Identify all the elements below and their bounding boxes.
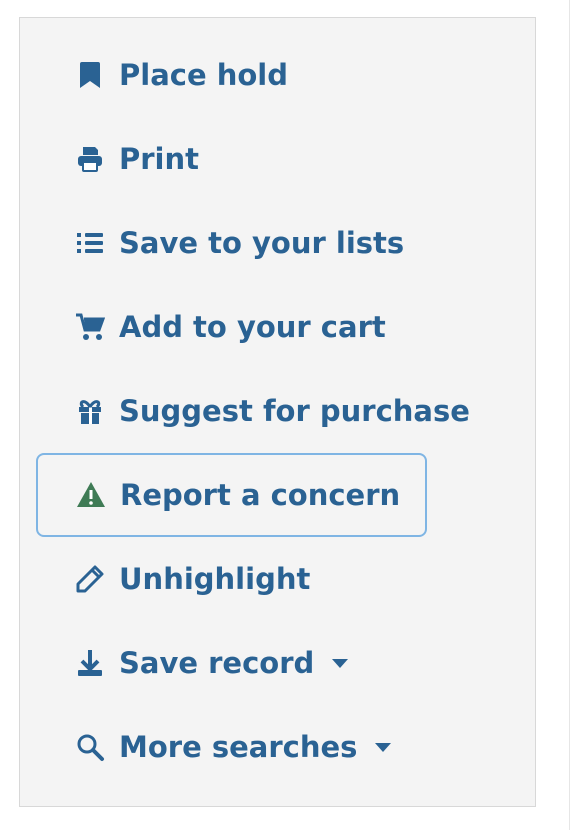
suggest-purchase-link[interactable]: Suggest for purchase <box>75 381 470 441</box>
print-icon <box>75 144 105 174</box>
more-searches-label: More searches <box>119 729 358 764</box>
print-label: Print <box>119 141 200 176</box>
save-to-lists-link[interactable]: Save to your lists <box>75 213 404 273</box>
add-to-cart-link[interactable]: Add to your cart <box>75 297 386 357</box>
record-actions-panel: Place hold Print Save to your lists Add … <box>19 17 536 807</box>
place-hold-label: Place hold <box>119 57 288 92</box>
report-concern-label: Report a concern <box>120 477 401 512</box>
add-to-cart-label: Add to your cart <box>119 309 386 344</box>
search-icon <box>75 732 105 762</box>
save-to-lists-label: Save to your lists <box>119 225 405 260</box>
save-record-dropdown[interactable]: Save record <box>75 633 349 693</box>
page-edge-rule <box>569 0 570 830</box>
save-record-label: Save record <box>119 645 315 680</box>
report-concern-link[interactable]: Report a concern <box>36 453 427 537</box>
chevron-down-icon <box>331 654 349 672</box>
bookmark-icon <box>75 60 105 90</box>
more-searches-dropdown[interactable]: More searches <box>75 717 392 777</box>
warning-icon <box>76 480 106 510</box>
suggest-purchase-label: Suggest for purchase <box>119 393 470 428</box>
pencil-icon <box>75 564 105 594</box>
cart-icon <box>75 312 105 342</box>
place-hold-link[interactable]: Place hold <box>75 45 288 105</box>
print-link[interactable]: Print <box>75 129 199 189</box>
list-icon <box>75 228 105 258</box>
download-icon <box>75 648 105 678</box>
unhighlight-label: Unhighlight <box>119 561 311 596</box>
gift-icon <box>75 396 105 426</box>
chevron-down-icon <box>374 738 392 756</box>
unhighlight-link[interactable]: Unhighlight <box>75 549 310 609</box>
